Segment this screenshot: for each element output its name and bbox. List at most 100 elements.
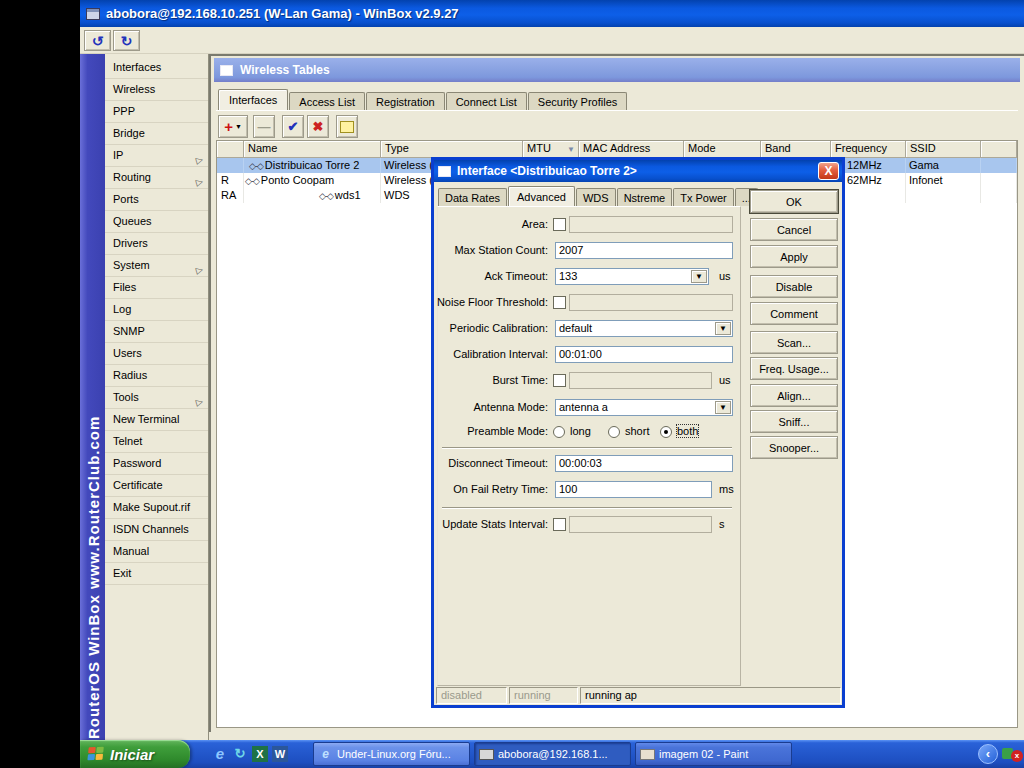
dialog-tab-advanced[interactable]: Advanced xyxy=(508,186,575,206)
taskbar-task-abobora-192-168-1[interactable]: abobora@192.168.1... xyxy=(474,742,631,766)
field-checkbox[interactable] xyxy=(553,374,566,387)
undo-button[interactable]: ↺ xyxy=(84,30,111,51)
sidebar-item-isdn-channels[interactable]: ISDN Channels xyxy=(105,519,208,541)
column-header-frequency[interactable]: Frequency xyxy=(831,141,906,158)
sidebar-item-certificate[interactable]: Certificate xyxy=(105,475,208,497)
align-button[interactable]: Align... xyxy=(750,384,838,407)
column-header-ssid[interactable]: SSID xyxy=(906,141,981,158)
sidebar-item-password[interactable]: Password xyxy=(105,453,208,475)
tab-interfaces[interactable]: Interfaces xyxy=(218,89,288,110)
disable-button[interactable]: Disable xyxy=(750,275,838,298)
sidebar-item-snmp[interactable]: SNMP xyxy=(105,321,208,343)
snooper-button[interactable]: Snooper... xyxy=(750,436,838,459)
internet-explorer-icon[interactable]: e xyxy=(212,746,228,762)
field-input[interactable]: 100 xyxy=(555,481,712,498)
cell-flags xyxy=(981,188,1017,203)
field-checkbox[interactable] xyxy=(553,218,566,231)
sidebar-item-queues[interactable]: Queues xyxy=(105,211,208,233)
column-header-type[interactable]: Type xyxy=(381,141,523,158)
comment-button[interactable]: Comment xyxy=(750,302,838,325)
tab-access-list[interactable]: Access List xyxy=(289,92,365,110)
field-checkbox[interactable] xyxy=(553,296,566,309)
sidebar-item-files[interactable]: Files xyxy=(105,277,208,299)
sidebar-item-ports[interactable]: Ports xyxy=(105,189,208,211)
sidebar-item-drivers[interactable]: Drivers xyxy=(105,233,208,255)
excel-icon[interactable]: X xyxy=(252,746,268,762)
disable-button[interactable]: ✖ xyxy=(307,115,329,138)
taskbar-task-imagem-02-paint[interactable]: imagem 02 - Paint xyxy=(635,742,792,766)
sidebar-item-new-terminal[interactable]: New Terminal xyxy=(105,409,208,431)
sidebar-item-ip[interactable]: IP▷ xyxy=(105,145,208,167)
column-header-mode[interactable]: Mode xyxy=(684,141,761,158)
column-header-mac-address[interactable]: MAC Address xyxy=(579,141,684,158)
cancel-button[interactable]: Cancel xyxy=(750,218,838,241)
enable-button[interactable]: ✔ xyxy=(282,115,304,138)
dialog-tab-data-rates[interactable]: Data Rates xyxy=(438,188,507,206)
sidebar-item-bridge[interactable]: Bridge xyxy=(105,123,208,145)
column-header-name[interactable]: Name xyxy=(244,141,381,158)
field-input[interactable]: 2007 xyxy=(555,242,733,259)
radio-long[interactable] xyxy=(553,426,565,438)
field-select[interactable]: default▼ xyxy=(555,320,733,337)
taskbar-task-under-linux-org-f-ru[interactable]: eUnder-Linux.org Fóru... xyxy=(313,742,470,766)
close-icon: X xyxy=(824,165,832,177)
dialog-tab-wds[interactable]: WDS xyxy=(576,188,616,206)
sidebar-item-interfaces[interactable]: Interfaces xyxy=(105,57,208,79)
comment-button[interactable] xyxy=(336,115,358,138)
field-select[interactable]: antenna a▼ xyxy=(555,399,733,416)
sniff-button[interactable]: Sniff... xyxy=(750,410,838,433)
freq-usage-button[interactable]: Freq. Usage... xyxy=(750,357,838,380)
sidebar-item-tools[interactable]: Tools▷ xyxy=(105,387,208,409)
field-input-disabled[interactable] xyxy=(569,372,712,389)
field-input[interactable]: 00:00:03 xyxy=(555,455,733,472)
sidebar-item-make-supout-rif[interactable]: Make Supout.rif xyxy=(105,497,208,519)
sidebar-item-exit[interactable]: Exit xyxy=(105,563,208,585)
interface-dialog: Interface <Distribuicao Torre 2> X Data … xyxy=(431,157,845,708)
field-input[interactable]: 00:01:00 xyxy=(555,346,733,363)
scan-button[interactable]: Scan... xyxy=(750,331,838,354)
combo-arrow-icon[interactable]: ▼ xyxy=(715,322,731,335)
comment-icon xyxy=(340,121,354,133)
field-checkbox[interactable] xyxy=(553,518,566,531)
sidebar-item-telnet[interactable]: Telnet xyxy=(105,431,208,453)
ok-button[interactable]: OK xyxy=(750,190,838,213)
field-unit: s xyxy=(719,518,725,530)
column-header-mtu[interactable]: MTU▼ xyxy=(523,141,579,158)
field-combo[interactable]: 133▼ xyxy=(555,268,709,285)
sidebar-item-radius[interactable]: Radius xyxy=(105,365,208,387)
sidebar-item-label: Users xyxy=(113,347,142,359)
column-header-band[interactable]: Band xyxy=(761,141,831,158)
add-button[interactable]: + ▼ xyxy=(218,115,248,138)
sidebar-item-manual[interactable]: Manual xyxy=(105,541,208,563)
field-input-disabled[interactable] xyxy=(569,516,712,533)
apply-button[interactable]: Apply xyxy=(750,245,838,268)
remove-button[interactable]: — xyxy=(253,115,275,138)
tab-registration[interactable]: Registration xyxy=(366,92,445,110)
sidebar-item-users[interactable]: Users xyxy=(105,343,208,365)
combo-arrow-icon[interactable]: ▼ xyxy=(715,401,731,414)
tray-collapse-button[interactable]: ‹ xyxy=(978,744,998,764)
redo-button[interactable]: ↻ xyxy=(113,30,140,51)
radio-both[interactable] xyxy=(660,426,672,438)
radio-short[interactable] xyxy=(608,426,620,438)
sidebar-item-routing[interactable]: Routing▷ xyxy=(105,167,208,189)
sidebar-item-log[interactable]: Log xyxy=(105,299,208,321)
dialog-tab-tx-power[interactable]: Tx Power xyxy=(673,188,733,206)
tab-security-profiles[interactable]: Security Profiles xyxy=(528,92,627,110)
field-label: Periodic Calibration: xyxy=(418,322,548,334)
combo-arrow-icon[interactable]: ▼ xyxy=(691,270,707,283)
field-input-disabled[interactable] xyxy=(569,294,733,311)
sidebar-item-wireless[interactable]: Wireless xyxy=(105,79,208,101)
start-button[interactable]: Iniciar xyxy=(80,740,190,768)
tray-disconnected-icon[interactable]: x xyxy=(1011,750,1023,762)
column-header-flags[interactable] xyxy=(217,141,244,158)
dialog-close-button[interactable]: X xyxy=(818,162,839,180)
field-input-disabled[interactable] xyxy=(569,216,733,233)
field-label: Calibration Interval: xyxy=(418,348,548,360)
dialog-tab-nstreme[interactable]: Nstreme xyxy=(617,188,673,206)
tab-connect-list[interactable]: Connect List xyxy=(446,92,527,110)
sidebar-item-system[interactable]: System▷ xyxy=(105,255,208,277)
word-icon[interactable]: W xyxy=(272,746,288,762)
sidebar-item-ppp[interactable]: PPP xyxy=(105,101,208,123)
outlook-express-icon[interactable]: ↻ xyxy=(232,746,248,762)
